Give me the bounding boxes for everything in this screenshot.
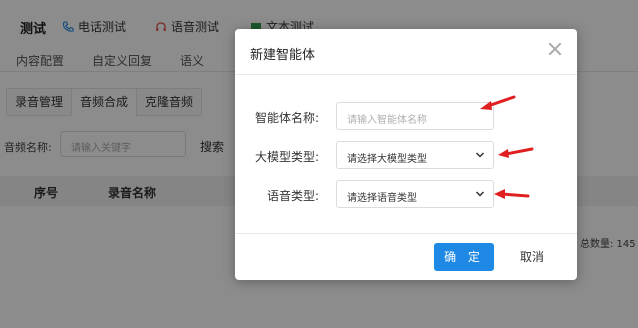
agent-name-input[interactable]: 请输入智能体名称 [336, 102, 494, 130]
dialog-footer: 确 定 取消 [235, 233, 577, 280]
cancel-button[interactable]: 取消 [508, 243, 556, 271]
annotation-arrow-icon [494, 189, 530, 199]
close-icon[interactable] [547, 41, 563, 57]
chevron-down-icon [475, 191, 485, 197]
form-row-agent-name: 智能体名称: 请输入智能体名称 [235, 102, 577, 130]
chevron-down-icon [475, 152, 485, 158]
confirm-button[interactable]: 确 定 [434, 243, 494, 271]
model-type-select[interactable]: 请选择大模型类型 [336, 141, 494, 169]
model-type-label: 大模型类型: [254, 150, 319, 164]
dialog-header: 新建智能体 [235, 29, 577, 75]
annotation-arrow-icon [498, 147, 534, 158]
voice-type-label: 语音类型: [266, 189, 319, 203]
annotation-arrow-icon [480, 95, 516, 110]
agent-name-label: 智能体名称: [254, 111, 319, 125]
voice-type-select[interactable]: 请选择语音类型 [336, 180, 494, 208]
dialog-title: 新建智能体 [250, 48, 316, 63]
model-type-value: 请选择大模型类型 [347, 154, 427, 165]
voice-type-value: 请选择语音类型 [347, 193, 417, 204]
